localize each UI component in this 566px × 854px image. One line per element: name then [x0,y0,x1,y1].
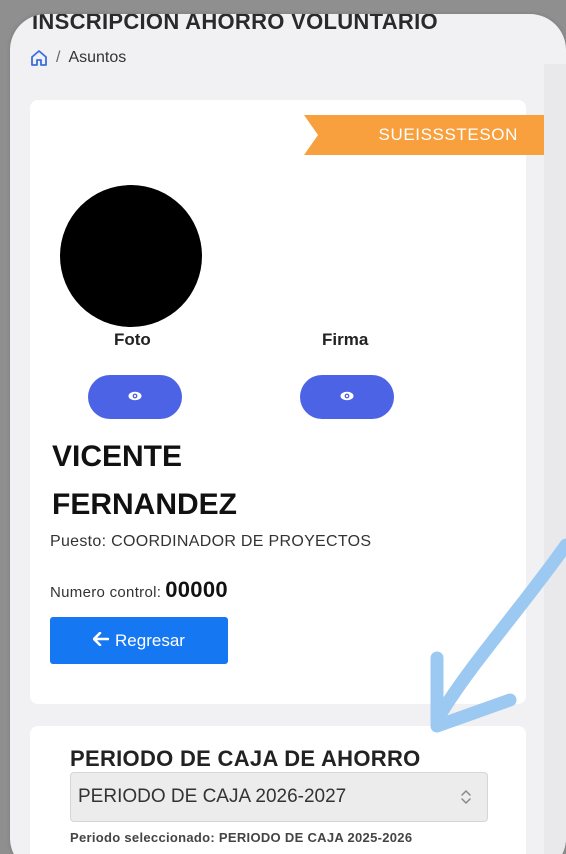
breadcrumb: / Asuntos [30,49,126,67]
control-label: Numero control: [50,584,162,601]
home-icon[interactable] [30,49,48,67]
page-title: INSCRIPCION AHORRO VOLUNTARIO [32,14,438,34]
breadcrumb-current[interactable]: Asuntos [68,49,126,67]
chevron-updown-icon [459,787,473,813]
view-photo-button[interactable] [88,375,182,419]
name-line-2: FERNANDEZ [52,488,237,521]
profile-card: SUEISSSTESON Foto Firma VICENTE FERNANDE… [30,100,544,704]
period-select-value: PERIODO DE CAJA 2026-2027 [78,786,347,807]
position-text: Puesto: COORDINADOR DE PROYECTOS [50,533,372,550]
back-button-label: Regresar [115,630,185,650]
period-title: PERIODO DE CAJA DE AHORRO [70,746,421,771]
breadcrumb-separator: / [56,49,61,66]
selected-period-note: Periodo seleccionado: PERIODO DE CAJA 20… [70,830,413,845]
control-value: 00000 [165,577,228,602]
period-select[interactable]: PERIODO DE CAJA 2026-2027 [70,772,488,822]
period-card: PERIODO DE CAJA DE AHORRO PERIODO DE CAJ… [30,726,526,854]
phone-frame: INSCRIPCION AHORRO VOLUNTARIO / Asuntos … [10,14,566,854]
view-signature-button[interactable] [300,375,394,419]
signature-label: Firma [322,330,369,349]
eye-icon [128,388,142,406]
control-number: Numero control: 00000 [50,577,228,603]
name-line-1: VICENTE [52,440,183,473]
arrow-left-icon [92,631,110,651]
eye-icon [340,388,354,406]
photo-label: Foto [114,330,151,349]
union-badge: SUEISSSTESON [304,115,544,155]
back-button[interactable]: Regresar [50,617,228,664]
employee-name: VICENTE FERNANDEZ [52,433,352,529]
avatar [60,185,202,327]
scroll-edge [544,64,566,854]
